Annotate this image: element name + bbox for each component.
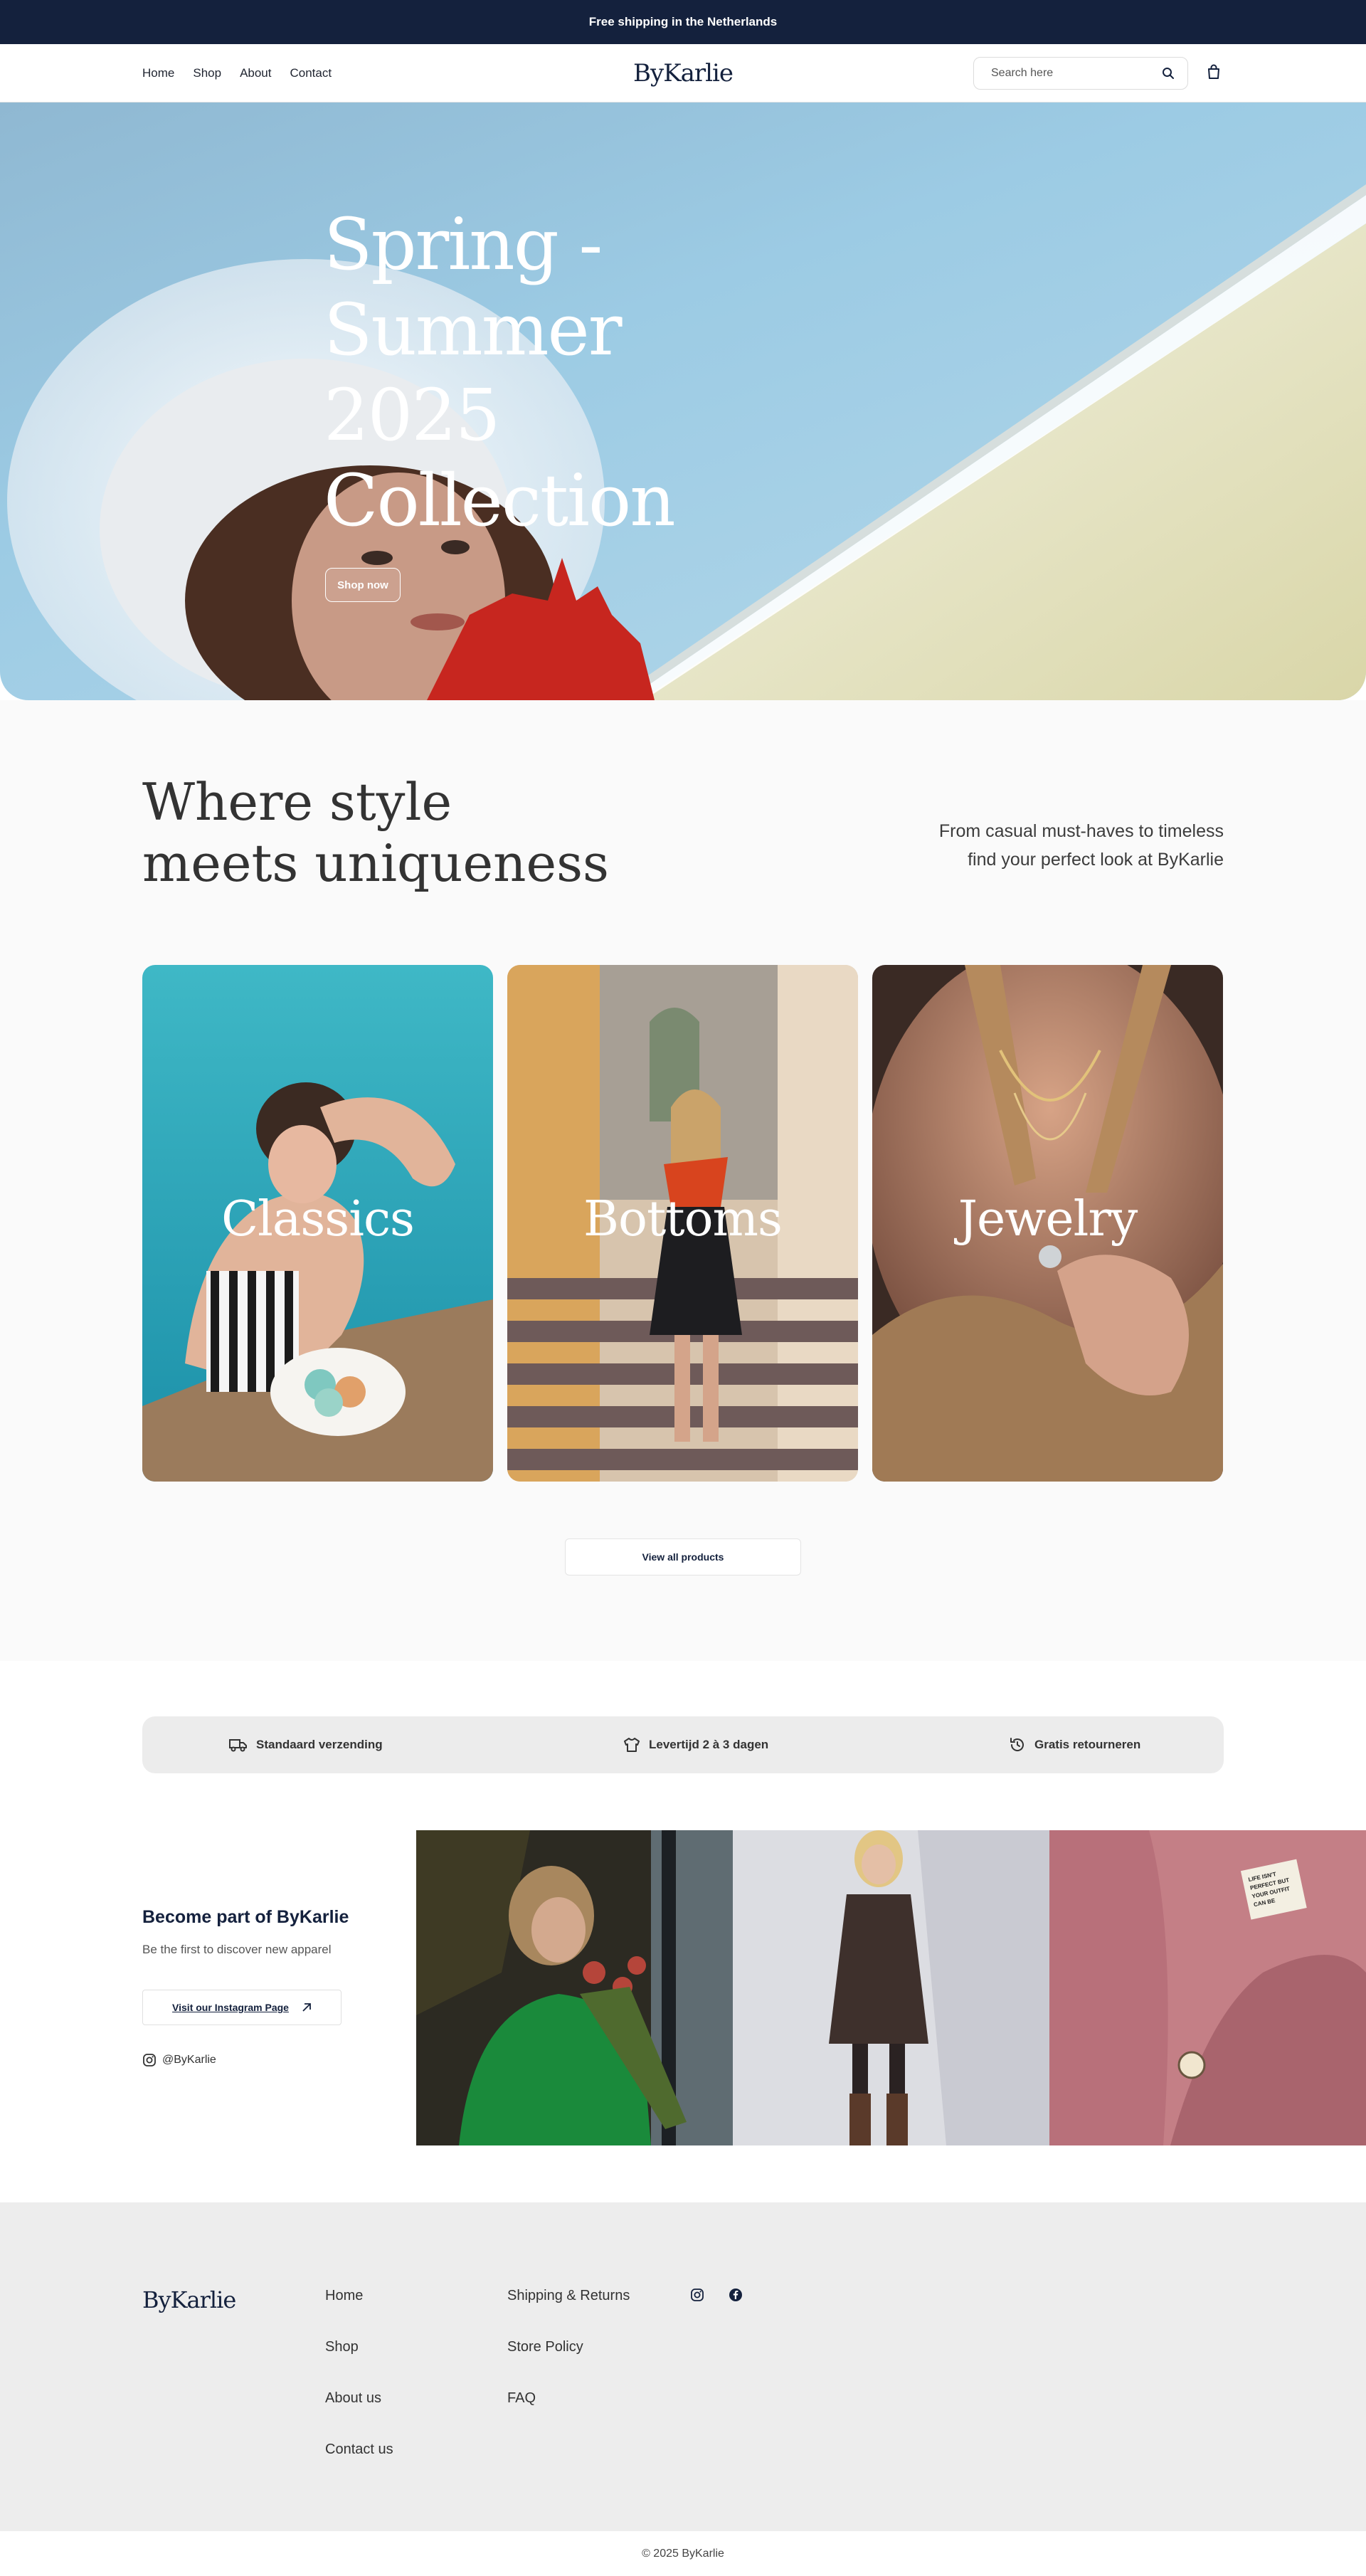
shirt-icon bbox=[623, 1737, 640, 1753]
category-card-jewelry[interactable]: Jewelry bbox=[872, 965, 1223, 1482]
footer-links-main: Home Shop About us Contact us bbox=[325, 2286, 393, 2459]
announcement-bar: Free shipping in the Netherlands bbox=[0, 0, 1366, 44]
footer-link-shop[interactable]: Shop bbox=[325, 2338, 393, 2356]
copyright-text: © 2025 ByKarlie bbox=[642, 2547, 724, 2560]
feature-returns: Gratis retourneren bbox=[1009, 1716, 1140, 1773]
view-all-products-button[interactable]: View all products bbox=[565, 1538, 801, 1575]
feature-shipping: Standaard verzending bbox=[229, 1716, 383, 1773]
features-bar: Standaard verzending Levertijd 2 à 3 dag… bbox=[142, 1716, 1224, 1773]
collection-subtitle: From casual must-haves to timeless find … bbox=[854, 817, 1224, 874]
gallery-photo-hoodie[interactable]: LIFE ISN'T PERFECT BUT YOUR OUTFIT CAN B… bbox=[1049, 1830, 1366, 2145]
site-footer: ByKarlie Home Shop About us Contact us S… bbox=[0, 2202, 1366, 2531]
category-label-jewelry: Jewelry bbox=[958, 1191, 1138, 1247]
main-nav: Home Shop About Contact ByKarlie bbox=[0, 44, 1366, 102]
gallery-photo-flowers[interactable] bbox=[416, 1830, 733, 2145]
visit-instagram-label: Visit our Instagram Page bbox=[172, 2002, 289, 2013]
footer-link-home[interactable]: Home bbox=[325, 2286, 393, 2305]
flowers-photo-image bbox=[416, 1830, 733, 2145]
footer-link-shipping[interactable]: Shipping & Returns bbox=[507, 2286, 630, 2305]
gallery-photo-dress[interactable] bbox=[733, 1830, 1049, 2145]
category-label-bottoms: Bottoms bbox=[583, 1191, 783, 1247]
search-icon[interactable] bbox=[1162, 67, 1175, 80]
instagram-icon[interactable] bbox=[690, 2288, 704, 2302]
feature-delivery-time: Levertijd 2 à 3 dagen bbox=[623, 1716, 768, 1773]
collection-title-line: Where style bbox=[142, 772, 452, 832]
search-box bbox=[973, 57, 1188, 90]
footer-links-info: Shipping & Returns Store Policy FAQ bbox=[507, 2286, 630, 2407]
feature-label: Gratis retourneren bbox=[1034, 1738, 1141, 1751]
nav-link-home[interactable]: Home bbox=[142, 66, 174, 80]
footer-logo[interactable]: ByKarlie bbox=[142, 2286, 236, 2313]
shopping-bag-icon[interactable] bbox=[1207, 64, 1221, 80]
nav-link-about[interactable]: About bbox=[240, 66, 271, 80]
collection-subtitle-line: From casual must-haves to timeless bbox=[938, 821, 1224, 841]
feature-label: Standaard verzending bbox=[256, 1738, 383, 1751]
return-icon bbox=[1009, 1736, 1026, 1753]
collection-subtitle-line: find your perfect look at ByKarlie bbox=[968, 850, 1224, 870]
instagram-handle-text: @ByKarlie bbox=[162, 2054, 216, 2066]
hero-title: Spring - Summer 2025 Collection bbox=[324, 203, 676, 542]
arrow-up-right-icon bbox=[302, 2002, 312, 2012]
facebook-icon[interactable] bbox=[729, 2288, 743, 2302]
site-logo[interactable]: ByKarlie bbox=[633, 59, 734, 88]
collection-title: Where style meets uniqueness bbox=[142, 771, 640, 894]
category-label-classics: Classics bbox=[221, 1191, 415, 1247]
hero-banner: Spring - Summer 2025 Collection Shop now bbox=[0, 102, 1366, 700]
collection-title-line: meets uniqueness bbox=[142, 833, 609, 893]
shop-now-button[interactable]: Shop now bbox=[325, 568, 401, 602]
announcement-text: Free shipping in the Netherlands bbox=[588, 15, 778, 28]
category-card-bottoms[interactable]: Bottoms bbox=[507, 965, 858, 1482]
copyright-bar: © 2025 ByKarlie bbox=[0, 2531, 1366, 2576]
footer-link-contact[interactable]: Contact us bbox=[325, 2440, 393, 2459]
instagram-gallery: LIFE ISN'T PERFECT BUT YOUR OUTFIT CAN B… bbox=[416, 1830, 1366, 2145]
footer-link-store-policy[interactable]: Store Policy bbox=[507, 2338, 630, 2356]
instagram-handle[interactable]: @ByKarlie bbox=[142, 2053, 216, 2067]
dress-photo-image bbox=[733, 1830, 1049, 2145]
footer-social bbox=[690, 2288, 743, 2302]
truck-icon bbox=[229, 1738, 248, 1752]
visit-instagram-button[interactable]: Visit our Instagram Page bbox=[142, 1990, 342, 2025]
category-cards: Classics Bottoms Jewelry bbox=[142, 965, 1224, 1482]
feature-label: Levertijd 2 à 3 dagen bbox=[649, 1738, 769, 1751]
instagram-icon bbox=[142, 2053, 157, 2067]
hoodie-photo-image: LIFE ISN'T PERFECT BUT YOUR OUTFIT CAN B… bbox=[1049, 1830, 1366, 2145]
category-card-classics[interactable]: Classics bbox=[142, 965, 493, 1482]
footer-link-about[interactable]: About us bbox=[325, 2389, 393, 2407]
search-input[interactable] bbox=[991, 67, 1162, 80]
nav-link-contact[interactable]: Contact bbox=[290, 66, 332, 80]
collection-section: Where style meets uniqueness From casual… bbox=[0, 700, 1366, 1661]
instagram-subtitle: Be the first to discover new apparel bbox=[142, 1943, 332, 1956]
instagram-title: Become part of ByKarlie bbox=[142, 1907, 349, 1927]
footer-link-faq[interactable]: FAQ bbox=[507, 2389, 630, 2407]
nav-link-shop[interactable]: Shop bbox=[193, 66, 221, 80]
nav-links: Home Shop About Contact bbox=[142, 44, 332, 102]
